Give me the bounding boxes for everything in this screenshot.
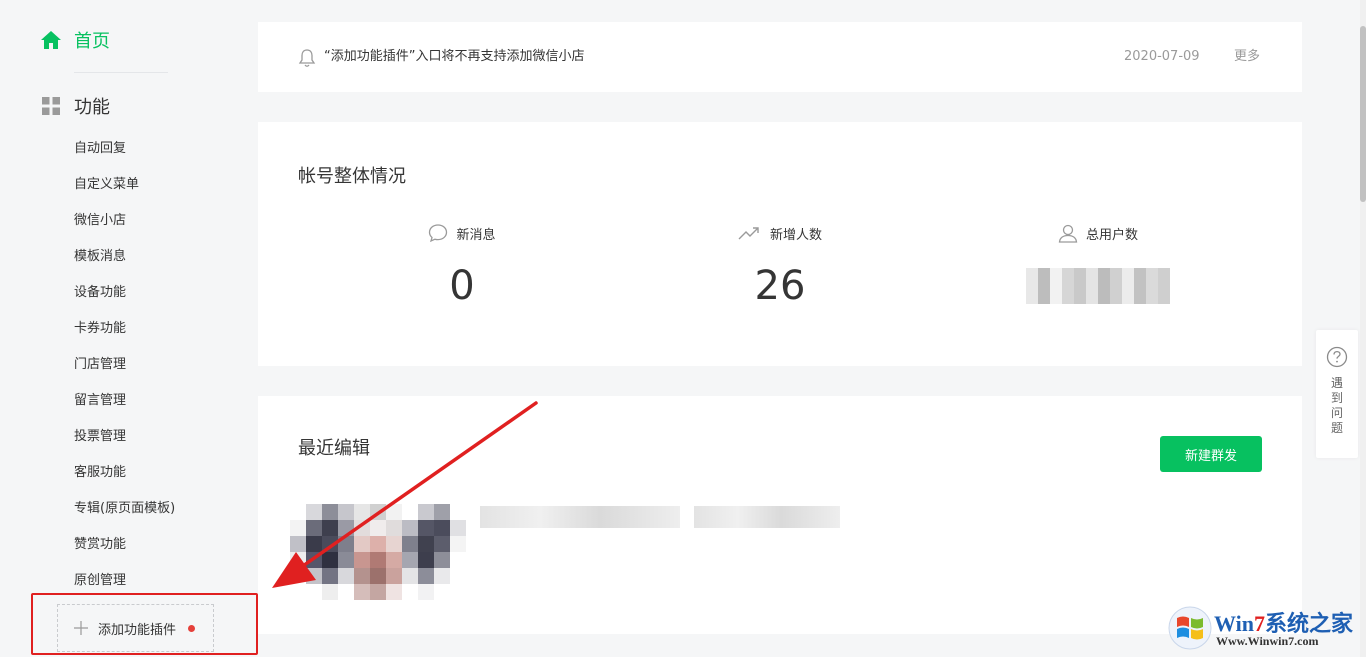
menu-item-reward[interactable]: 赞赏功能 — [74, 527, 175, 563]
stat-total-users-label: 总用户数 — [1085, 227, 1138, 243]
scrollbar-thumb[interactable] — [1360, 26, 1366, 202]
nav-divider — [74, 72, 168, 73]
menu-item-auto-reply[interactable]: 自动回复 — [74, 131, 175, 167]
bell-icon — [298, 49, 316, 67]
stat-new-followers-label: 新增人数 — [769, 227, 822, 243]
new-mass-message-button[interactable]: 新建群发 — [1160, 436, 1262, 472]
menu-item-votes[interactable]: 投票管理 — [74, 419, 175, 455]
article-meta-obscured — [694, 506, 840, 528]
nav-function[interactable]: 功能 — [42, 92, 110, 120]
nav-function-label: 功能 — [74, 97, 110, 118]
chat-bubble-icon — [429, 224, 448, 243]
annotation-highlight-box — [31, 593, 258, 655]
recent-edits-title: 最近编辑 — [298, 438, 370, 459]
article-thumbnail-obscured[interactable] — [290, 504, 466, 600]
menu-item-wechat-store[interactable]: 微信小店 — [74, 203, 175, 239]
help-label: 遇到问题 — [1330, 376, 1343, 435]
site-watermark: Win7系统之家 Www.Winwin7.com — [1168, 604, 1364, 656]
page-scrollbar[interactable] — [1360, 0, 1366, 657]
windows-logo-icon — [1168, 606, 1212, 650]
menu-item-custom-menu[interactable]: 自定义菜单 — [74, 167, 175, 203]
recent-edits-card: 最近编辑 新建群发 — [258, 396, 1302, 634]
home-icon — [41, 31, 61, 49]
stat-new-followers[interactable]: 新增人数 26 — [660, 222, 900, 310]
grid-icon — [42, 97, 60, 115]
notice-text[interactable]: “添加功能插件”入口将不再支持添加微信小店 — [324, 48, 584, 66]
menu-item-customer-service[interactable]: 客服功能 — [74, 455, 175, 491]
stat-total-users[interactable]: 总用户数 — [978, 222, 1218, 308]
sidebar: 首页 功能 自动回复 自定义菜单 微信小店 模板消息 设备功能 卡券功能 门店管… — [0, 0, 232, 657]
question-circle-icon — [1326, 346, 1348, 368]
menu-item-store-management[interactable]: 门店管理 — [74, 347, 175, 383]
trend-up-icon — [738, 227, 759, 240]
stat-new-messages-value: 0 — [449, 263, 475, 309]
menu-item-template-message[interactable]: 模板消息 — [74, 239, 175, 275]
nav-home-label: 首页 — [74, 31, 110, 52]
stat-total-users-value-obscured — [1026, 268, 1170, 304]
notice-date: 2020-07-09 — [1124, 49, 1200, 64]
article-title-obscured[interactable] — [480, 506, 680, 528]
stat-new-followers-value: 26 — [754, 263, 806, 309]
account-overview-title: 帐号整体情况 — [298, 166, 406, 187]
notice-more-link[interactable]: 更多 — [1234, 48, 1260, 66]
help-widget[interactable]: 遇到问题 — [1316, 330, 1358, 458]
stat-new-messages[interactable]: 新消息 0 — [342, 222, 582, 310]
menu-item-coupons[interactable]: 卡券功能 — [74, 311, 175, 347]
stat-new-messages-label: 新消息 — [456, 227, 496, 243]
menu-item-device[interactable]: 设备功能 — [74, 275, 175, 311]
menu-item-comments[interactable]: 留言管理 — [74, 383, 175, 419]
nav-home[interactable]: 首页 — [40, 26, 110, 54]
account-overview-card: 帐号整体情况 新消息 0 新增人数 26 总用户数 — [258, 122, 1302, 366]
function-menu: 自动回复 自定义菜单 微信小店 模板消息 设备功能 卡券功能 门店管理 留言管理… — [74, 131, 175, 599]
watermark-url: Www.Winwin7.com — [1216, 634, 1319, 648]
user-icon — [1058, 224, 1078, 243]
menu-item-album[interactable]: 专辑(原页面模板) — [74, 491, 175, 527]
notice-card: “添加功能插件”入口将不再支持添加微信小店 2020-07-09 更多 — [258, 22, 1302, 92]
